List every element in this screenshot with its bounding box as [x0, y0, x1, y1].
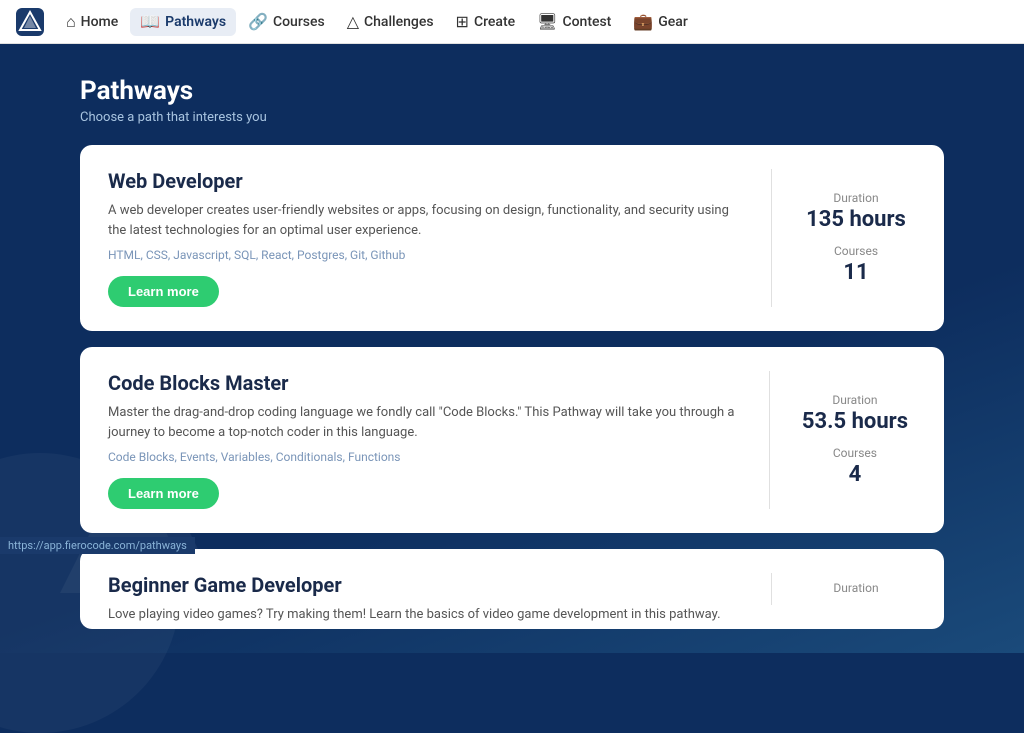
nav-item-contest[interactable]: 🖥 Contest	[527, 8, 621, 36]
courses-stat-web-developer: Courses 11	[834, 244, 878, 285]
page-header: Pathways Choose a path that interests yo…	[80, 76, 944, 125]
nav-item-gear[interactable]: 💼 Gear	[623, 8, 697, 36]
courses-label-web-developer: Courses	[834, 244, 878, 258]
learn-more-button-web-developer[interactable]: Learn more	[108, 276, 219, 307]
card-body-web-developer: Web Developer A web developer creates us…	[108, 169, 747, 307]
nav-label-contest: Contest	[562, 14, 611, 30]
duration-value-web-developer: 135 hours	[806, 207, 906, 232]
card-title-web-developer: Web Developer	[108, 169, 747, 193]
page-title: Pathways	[80, 76, 944, 106]
card-title-code-blocks-master: Code Blocks Master	[108, 371, 745, 395]
pathway-card-web-developer: Web Developer A web developer creates us…	[80, 145, 944, 331]
nav-item-challenges[interactable]: △ Challenges	[337, 8, 444, 36]
nav-items-list: ⌂ Home 📖 Pathways 🔗 Courses △ Challenges…	[56, 8, 698, 36]
card-divider-code-blocks-master	[769, 371, 770, 509]
card-stats-beginner-game-developer: Duration	[796, 573, 916, 605]
nav-item-courses[interactable]: 🔗 Courses	[238, 8, 335, 36]
card-body-code-blocks-master: Code Blocks Master Master the drag-and-d…	[108, 371, 745, 509]
challenges-icon: △	[347, 14, 359, 30]
pathway-card-beginner-game-developer: Beginner Game Developer Love playing vid…	[80, 549, 944, 629]
pathways-list: Web Developer A web developer creates us…	[80, 145, 944, 629]
duration-stat-beginner-game-developer: Duration	[833, 581, 878, 597]
learn-more-button-code-blocks-master[interactable]: Learn more	[108, 478, 219, 509]
card-description-beginner-game-developer: Love playing video games? Try making the…	[108, 605, 747, 625]
duration-value-code-blocks-master: 53.5 hours	[802, 409, 908, 434]
pathways-icon: 📖	[140, 14, 160, 30]
card-stats-web-developer: Duration 135 hours Courses 11	[796, 169, 916, 307]
page-subtitle: Choose a path that interests you	[80, 110, 944, 125]
status-url: https://app.fierocode.com/pathways	[8, 539, 187, 552]
courses-label-code-blocks-master: Courses	[833, 446, 877, 460]
courses-icon: 🔗	[248, 14, 268, 30]
duration-stat-web-developer: Duration 135 hours	[806, 191, 906, 232]
card-divider-web-developer	[771, 169, 772, 307]
courses-value-web-developer: 11	[834, 260, 878, 285]
home-icon: ⌂	[66, 14, 76, 30]
courses-value-code-blocks-master: 4	[833, 462, 877, 487]
navigation: ⌂ Home 📖 Pathways 🔗 Courses △ Challenges…	[0, 0, 1024, 44]
contest-icon: 🖥	[537, 14, 557, 30]
nav-label-create: Create	[474, 14, 515, 30]
nav-item-home[interactable]: ⌂ Home	[56, 8, 128, 36]
card-stats-code-blocks-master: Duration 53.5 hours Courses 4	[794, 371, 916, 509]
nav-label-challenges: Challenges	[364, 14, 434, 30]
card-divider-beginner-game-developer	[771, 573, 772, 605]
duration-label-beginner-game-developer: Duration	[833, 581, 878, 595]
nav-item-pathways[interactable]: 📖 Pathways	[130, 8, 236, 36]
nav-item-create[interactable]: ⊞ Create	[446, 8, 526, 36]
app-logo[interactable]	[16, 8, 44, 36]
duration-label-web-developer: Duration	[806, 191, 906, 205]
card-tags-code-blocks-master: Code Blocks, Events, Variables, Conditio…	[108, 450, 745, 464]
courses-stat-code-blocks-master: Courses 4	[833, 446, 877, 487]
nav-label-courses: Courses	[273, 14, 325, 30]
nav-label-home: Home	[81, 14, 119, 30]
gear-icon: 💼	[633, 14, 653, 30]
create-icon: ⊞	[456, 14, 469, 30]
card-tags-web-developer: HTML, CSS, Javascript, SQL, React, Postg…	[108, 248, 747, 262]
pathway-card-code-blocks-master: Code Blocks Master Master the drag-and-d…	[80, 347, 944, 533]
card-description-code-blocks-master: Master the drag-and-drop coding language…	[108, 403, 745, 442]
duration-stat-code-blocks-master: Duration 53.5 hours	[802, 393, 908, 434]
nav-label-gear: Gear	[658, 14, 688, 30]
card-title-beginner-game-developer: Beginner Game Developer	[108, 573, 747, 597]
status-bar: https://app.fierocode.com/pathways	[0, 537, 195, 554]
nav-label-pathways: Pathways	[165, 14, 226, 30]
card-body-beginner-game-developer: Beginner Game Developer Love playing vid…	[108, 573, 747, 605]
duration-label-code-blocks-master: Duration	[802, 393, 908, 407]
card-description-web-developer: A web developer creates user-friendly we…	[108, 201, 747, 240]
main-content: Pathways Choose a path that interests yo…	[0, 44, 1024, 653]
